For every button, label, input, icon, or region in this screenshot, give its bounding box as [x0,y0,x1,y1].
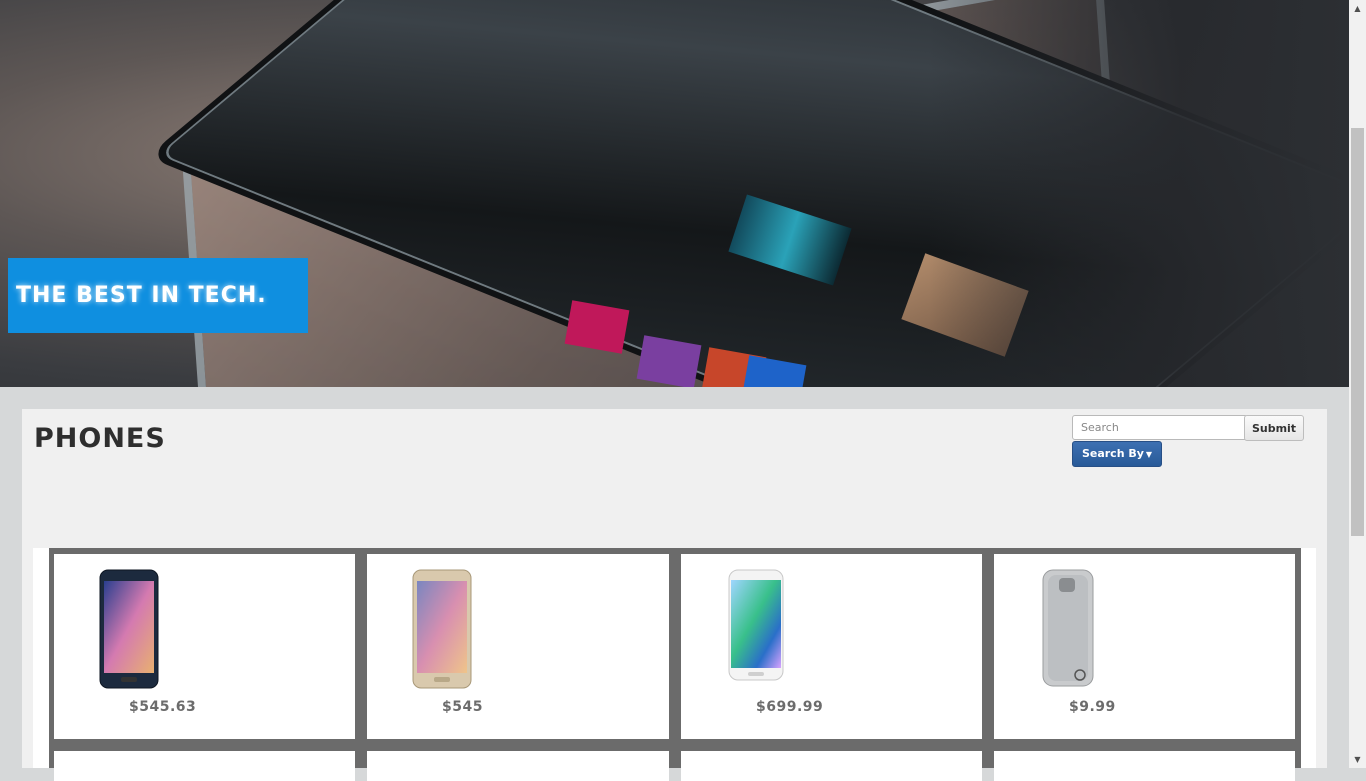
product-card[interactable]: $9.99 [994,554,1295,739]
product-card[interactable] [367,751,669,781]
hero-banner: THE BEST IN TECH. [0,0,1349,387]
hero-tagline: THE BEST IN TECH. [16,283,267,308]
search-by-label: Search By [1081,447,1144,460]
product-price: $9.99 [1069,699,1116,715]
clear-phone-case-image[interactable] [1042,569,1094,687]
page-title: PHONES [34,423,166,454]
hero-shade [929,0,1349,387]
page-scrollbar[interactable]: ▲ ▼ [1349,0,1366,768]
search-input[interactable] [1072,415,1248,440]
submit-button[interactable]: Submit [1244,415,1304,441]
black-smartphone-image[interactable] [99,569,159,689]
product-price: $699.99 [756,699,824,715]
search-by-dropdown[interactable]: Search By ▼ [1072,441,1162,467]
product-card[interactable] [54,751,355,781]
scroll-down-arrow-icon[interactable]: ▼ [1349,751,1366,768]
white-edge-smartphone-image[interactable] [728,569,784,681]
product-card[interactable]: $699.99 [681,554,982,739]
product-grid: $545.63 $545 $699.99 $9.99 [49,548,1301,781]
caret-down-icon: ▼ [1145,450,1153,459]
product-card[interactable]: $545 [367,554,669,739]
product-price: $545.63 [129,699,197,715]
hero-tile [636,335,702,387]
products-section: $545.63 $545 $699.99 $9.99 [33,548,1316,781]
scroll-thumb[interactable] [1351,128,1364,536]
product-card[interactable] [994,751,1295,781]
scroll-up-arrow-icon[interactable]: ▲ [1349,0,1366,17]
product-card[interactable]: $545.63 [54,554,355,739]
gold-smartphone-image[interactable] [412,569,472,689]
main-panel: PHONES Submit Search By▼ $545.63 [22,409,1327,781]
product-price: $545 [442,699,483,715]
hero-tagline-box: THE BEST IN TECH. [8,258,308,333]
product-card[interactable] [681,751,982,781]
